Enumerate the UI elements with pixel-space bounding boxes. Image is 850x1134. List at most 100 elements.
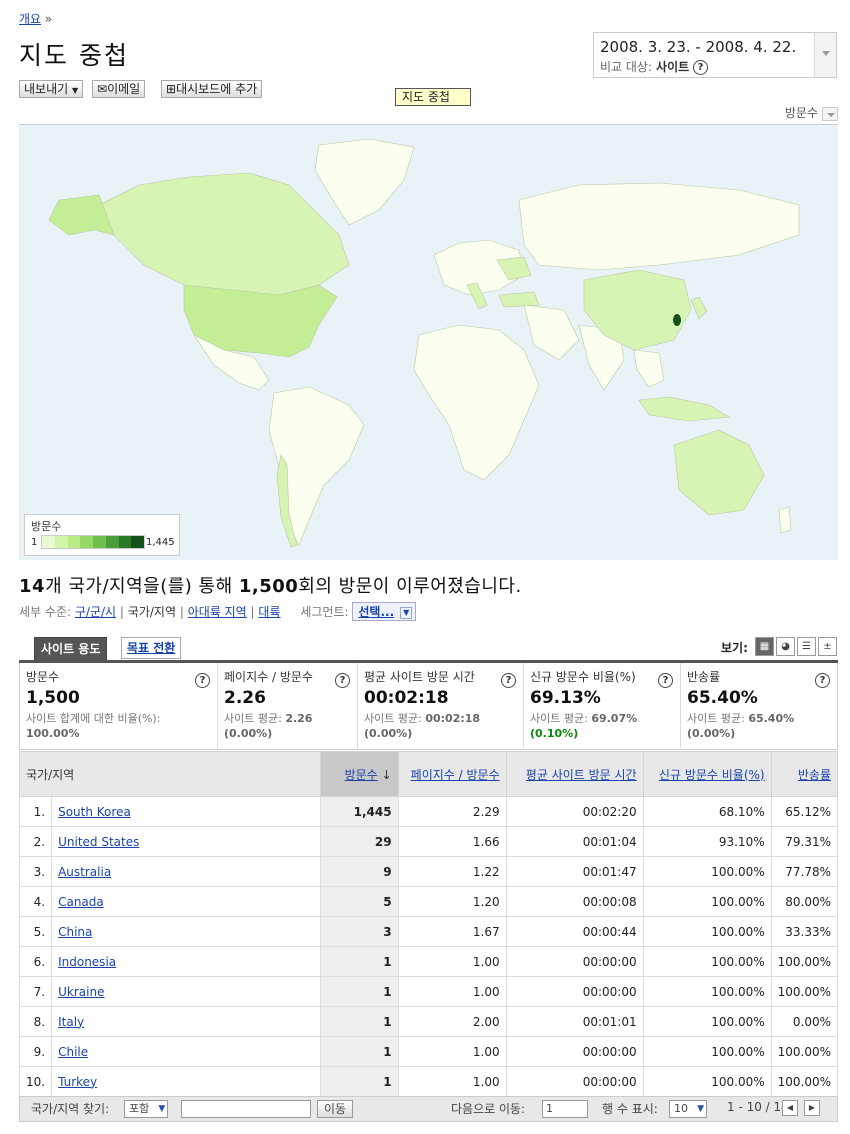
legend-max: 1,445 (146, 537, 175, 548)
next-page-icon[interactable]: ▶ (804, 1100, 820, 1116)
row-index: 1. (18, 796, 53, 827)
detail-subcontinent-link[interactable]: 아대륙 지역 (188, 605, 247, 619)
add-dashboard-button[interactable]: ⊞대시보드에 추가 (161, 80, 263, 98)
country-link[interactable]: China (58, 925, 92, 939)
country-link[interactable]: South Korea (58, 805, 131, 819)
compare-row: 비교 대상: 사이트 ? (600, 58, 708, 75)
country-cell: Canada (51, 886, 321, 917)
pie-view-icon[interactable]: ◕ (776, 637, 795, 656)
bounce-rate-cell: 33.33% (770, 916, 839, 947)
help-icon[interactable]: ? (815, 673, 830, 688)
bar-view-icon[interactable]: ☰ (797, 637, 816, 656)
avg-time-cell: 00:00:00 (505, 1066, 644, 1097)
visits-cell: 29 (319, 826, 399, 857)
detail-continent-link[interactable]: 대륙 (258, 605, 280, 619)
help-icon[interactable]: ? (658, 673, 673, 688)
pages-per-visit-cell: 1.66 (397, 826, 507, 857)
country-link[interactable]: Turkey (58, 1075, 97, 1089)
chevron-down-icon[interactable] (814, 33, 836, 77)
detail-level: 세부 수준: 구/군/시 | 국가/지역 | 아대륙 지역 | 대륙 세그먼트:… (19, 602, 417, 621)
row-index: 7. (18, 976, 53, 1007)
view-label: 보기: (721, 641, 748, 655)
avg-time-cell: 00:02:20 (505, 796, 644, 827)
avg-time-cell: 00:00:00 (505, 976, 644, 1007)
pages-per-visit-cell: 1.00 (397, 1036, 507, 1067)
table-row: 9. Chile 1 1.00 00:00:00 100.00% 100.00% (18, 1036, 839, 1067)
visits-cell: 1 (319, 946, 399, 977)
table-row: 5. China 3 1.67 00:00:44 100.00% 33.33% (18, 916, 839, 947)
prev-page-icon[interactable]: ◀ (782, 1100, 798, 1116)
go-button[interactable]: 이동 (317, 1100, 354, 1118)
country-link[interactable]: Chile (58, 1045, 88, 1059)
chevron-down-icon: ▼ (400, 606, 413, 619)
map-region-australia (673, 429, 765, 516)
map-metric-select[interactable]: 방문수 (785, 104, 838, 121)
country-link[interactable]: United States (58, 835, 139, 849)
visits-cell: 1,445 (319, 796, 399, 827)
sort-arrow-down-icon: ↓ (381, 767, 392, 782)
avg-time-cell: 00:01:47 (505, 856, 644, 887)
col-header-avg-time[interactable]: 평균 사이트 방문 시간 (505, 751, 644, 797)
compare-value: 사이트 (656, 60, 690, 74)
tab-goal-conversion[interactable]: 목표 전환 (121, 637, 182, 659)
bounce-rate-cell: 100.00% (770, 1066, 839, 1097)
bounce-rate-cell: 100.00% (770, 976, 839, 1007)
col-header-visits[interactable]: 방문수 ↓ (319, 751, 399, 797)
map-region-southeast-asia (633, 349, 665, 388)
export-button[interactable]: 내보내기 ▼ (19, 80, 84, 98)
table-footer: 국가/지역 찾기: 포함 이동 다음으로 이동: 1 행 수 표시: 10 1 … (19, 1096, 838, 1122)
detail-label: 세부 수준: (19, 605, 72, 619)
country-cell: Ukraine (51, 976, 321, 1007)
col-header-bounce-rate[interactable]: 반송률 (770, 751, 839, 797)
new-visits-cell: 100.00% (642, 916, 772, 947)
tooltip: 지도 중첩 (395, 88, 471, 106)
avg-time-cell: 00:01:01 (505, 1006, 644, 1037)
find-input[interactable] (181, 1100, 311, 1118)
col-header-new-visits[interactable]: 신규 방문수 비율(%) (642, 751, 772, 797)
help-icon[interactable]: ? (692, 60, 708, 75)
new-visits-cell: 100.00% (642, 976, 772, 1007)
avg-time-cell: 00:00:44 (505, 916, 644, 947)
new-visits-cell: 93.10% (642, 826, 772, 857)
segment-select[interactable]: 선택... ▼ (352, 602, 417, 621)
detail-city-link[interactable]: 구/군/시 (75, 605, 116, 619)
table-view-icon[interactable]: ▦ (755, 637, 774, 656)
bounce-rate-cell: 65.12% (770, 796, 839, 827)
legend-color-step (118, 536, 132, 548)
compare-view-icon[interactable]: ± (818, 637, 837, 656)
country-cell: Italy (51, 1006, 321, 1037)
date-range-selector[interactable]: 2008. 3. 23. - 2008. 4. 22. 비교 대상: 사이트 ? (593, 32, 837, 78)
map-region-greenland (314, 138, 415, 226)
help-icon[interactable]: ? (501, 673, 516, 688)
tab-site-usage[interactable]: 사이트 용도 (34, 637, 108, 661)
chevron-down-icon: ▼ (72, 86, 79, 95)
country-link[interactable]: Canada (58, 895, 104, 909)
country-link[interactable]: Italy (58, 1015, 84, 1029)
scorecard: 방문수? 1,500 사이트 합계에 대한 비율(%): 100.00% 페이지수… (19, 663, 838, 750)
country-cell: Australia (51, 856, 321, 887)
col-header-pages-per-visit[interactable]: 페이지수 / 방문수 (397, 751, 507, 797)
new-visits-cell: 100.00% (642, 1036, 772, 1067)
map-region-canada (98, 172, 350, 296)
page-title: 지도 중첩 (19, 41, 129, 70)
pages-per-visit-cell: 1.00 (397, 1066, 507, 1097)
bounce-rate-cell: 79.31% (770, 826, 839, 857)
country-link[interactable]: Ukraine (58, 985, 104, 999)
rows-per-page-select[interactable]: 10 (669, 1100, 707, 1118)
country-link[interactable]: Australia (58, 865, 111, 879)
breadcrumb-overview-link[interactable]: 개요 (19, 12, 41, 26)
row-index: 3. (18, 856, 53, 887)
help-icon[interactable]: ? (335, 673, 350, 688)
goto-page-input[interactable]: 1 (542, 1100, 588, 1118)
map-legend: 방문수 1 1,445 (24, 514, 180, 556)
world-map-svg (48, 138, 800, 548)
world-map[interactable]: 방문수 1 1,445 (19, 124, 838, 560)
help-icon[interactable]: ? (195, 673, 210, 688)
breadcrumb-separator: » (44, 12, 53, 26)
email-button[interactable]: ✉이메일 (92, 80, 146, 98)
country-link[interactable]: Indonesia (58, 955, 116, 969)
row-index: 2. (18, 826, 53, 857)
visits-cell: 5 (319, 886, 399, 917)
match-select[interactable]: 포함 (124, 1100, 169, 1118)
breadcrumb: 개요 » (19, 10, 52, 27)
